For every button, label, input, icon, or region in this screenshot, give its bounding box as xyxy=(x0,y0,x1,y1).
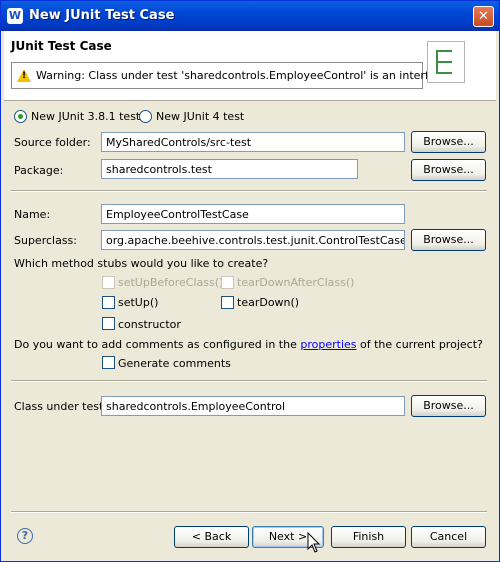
setupbeforeclass-label: setUpBeforeClass() xyxy=(118,276,224,289)
comments-question: Do you want to add comments as configure… xyxy=(14,338,483,351)
generate-comments-checkbox[interactable] xyxy=(102,356,115,369)
junit-wizard-icon xyxy=(427,41,465,83)
separator xyxy=(11,380,487,382)
constructor-checkbox[interactable] xyxy=(102,317,115,330)
source-folder-browse-button[interactable]: Browse... xyxy=(411,131,486,153)
setup-label: setUp() xyxy=(118,296,159,309)
teardownafterclass-label: tearDownAfterClass() xyxy=(237,276,355,289)
package-browse-button[interactable]: Browse... xyxy=(411,159,486,181)
source-folder-input[interactable]: MySharedControls/src-test xyxy=(101,132,405,152)
superclass-label: Superclass: xyxy=(14,234,77,247)
superclass-input[interactable]: org.apache.beehive.controls.test.junit.C… xyxy=(101,230,405,250)
teardown-checkbox[interactable] xyxy=(221,296,234,309)
class-under-test-input[interactable]: sharedcontrols.EmployeeControl xyxy=(101,396,405,416)
back-button[interactable]: < Back xyxy=(174,526,249,548)
setup-checkbox[interactable] xyxy=(102,296,115,309)
app-icon: W xyxy=(7,8,23,24)
package-label: Package: xyxy=(14,164,64,177)
teardownafterclass-checkbox[interactable] xyxy=(221,276,234,289)
warning-text: Warning: Class under test 'sharedcontrol… xyxy=(36,69,452,82)
name-input[interactable]: EmployeeControlTestCase xyxy=(101,204,405,224)
method-stubs-question: Which method stubs would you like to cre… xyxy=(14,257,269,270)
separator xyxy=(11,190,487,192)
generate-comments-label: Generate comments xyxy=(118,357,231,370)
junit4-radio[interactable] xyxy=(139,110,152,123)
wizard-header: JUnit Test Case ! Warning: Class under t… xyxy=(4,31,496,101)
name-label: Name: xyxy=(14,208,51,221)
mouse-cursor-icon xyxy=(307,531,321,554)
help-icon[interactable]: ? xyxy=(17,528,33,544)
page-title: JUnit Test Case xyxy=(11,39,112,53)
warning-message: ! Warning: Class under test 'sharedcontr… xyxy=(11,62,452,89)
class-under-test-browse-button[interactable]: Browse... xyxy=(411,395,486,417)
junit4-radio-label[interactable]: New JUnit 4 test xyxy=(156,110,244,123)
dialog-window: W New JUnit Test Case ✕ JUnit Test Case … xyxy=(0,0,500,562)
junit3-radio[interactable] xyxy=(14,110,27,123)
setupbeforeclass-checkbox[interactable] xyxy=(102,276,115,289)
superclass-browse-button[interactable]: Browse... xyxy=(411,229,486,251)
constructor-label: constructor xyxy=(118,318,181,331)
footer-separator xyxy=(11,511,487,513)
close-button[interactable]: ✕ xyxy=(473,6,494,27)
class-under-test-label: Class under test: xyxy=(14,400,107,413)
window-title: New JUnit Test Case xyxy=(29,8,175,23)
title-bar[interactable]: W New JUnit Test Case ✕ xyxy=(1,1,499,31)
warning-icon: ! xyxy=(17,69,31,82)
teardown-label: tearDown() xyxy=(237,296,300,309)
properties-link[interactable]: properties xyxy=(300,338,356,351)
junit3-radio-label[interactable]: New JUnit 3.8.1 test xyxy=(31,110,140,123)
cancel-button[interactable]: Cancel xyxy=(411,526,486,548)
finish-button[interactable]: Finish xyxy=(331,526,406,548)
source-folder-label: Source folder: xyxy=(14,136,91,149)
package-input[interactable]: sharedcontrols.test xyxy=(101,159,358,179)
